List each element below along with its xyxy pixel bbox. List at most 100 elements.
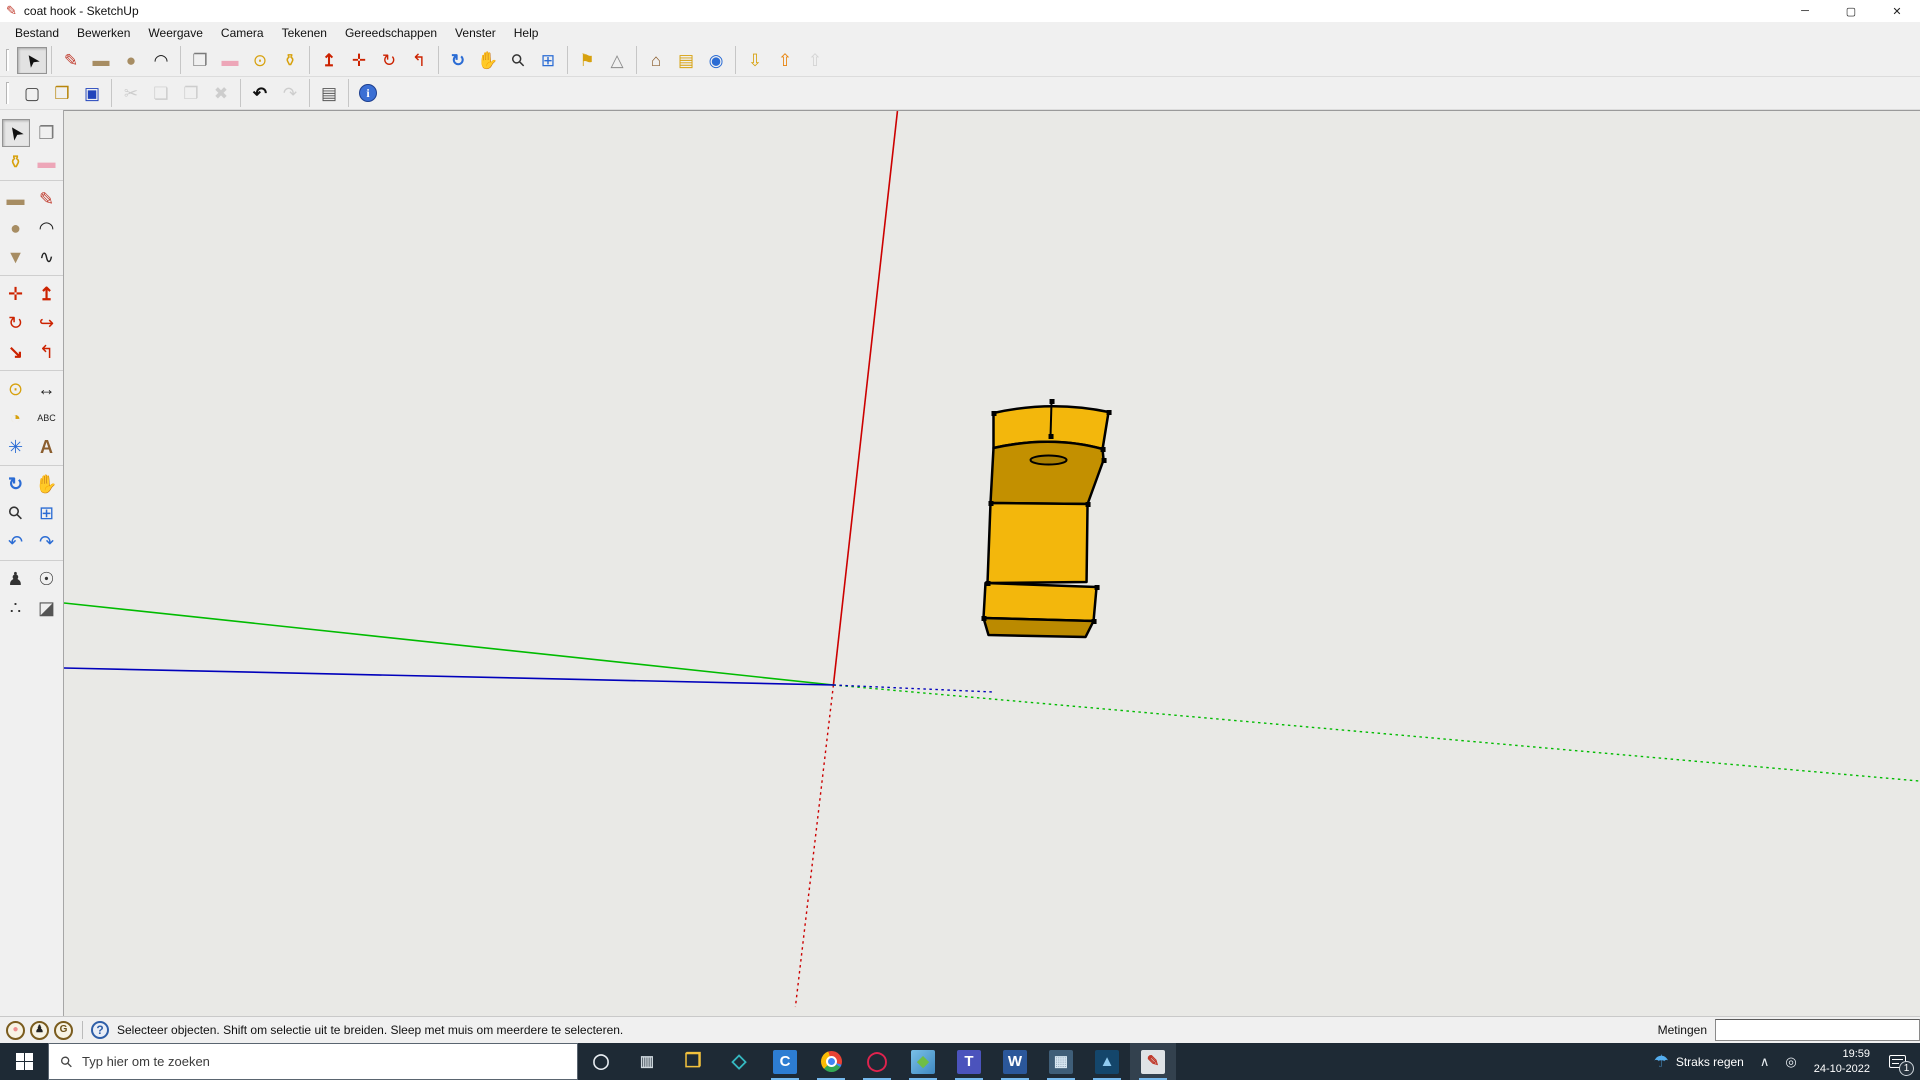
taskbar-file-explorer-button[interactable]: ❒ xyxy=(670,1043,716,1080)
select-button[interactable]: ➤ xyxy=(17,47,47,74)
taskbar-teams-button[interactable]: T xyxy=(946,1043,992,1080)
look-around-button[interactable]: ☉ xyxy=(33,565,61,593)
push-pull-button[interactable]: ↥ xyxy=(314,47,344,74)
3d-text-button[interactable]: A xyxy=(33,433,61,461)
taskbar-opera-gx-button[interactable]: ◯ xyxy=(854,1043,900,1080)
measurements-input[interactable] xyxy=(1715,1019,1920,1041)
rectangle-button[interactable]: ▬ xyxy=(86,47,116,74)
scale-button[interactable]: ↘ xyxy=(2,338,30,366)
line-button[interactable]: ✎ xyxy=(33,185,61,213)
action-center-button[interactable]: 1 xyxy=(1879,1043,1920,1080)
photo-textures-button[interactable]: ⌂ xyxy=(641,47,671,74)
zoom-extents-button[interactable]: ⊞ xyxy=(533,47,563,74)
offset-button[interactable]: ↰ xyxy=(33,338,61,366)
follow-me-button[interactable]: ↪ xyxy=(33,309,61,337)
menu-item-bestand[interactable]: Bestand xyxy=(6,23,68,43)
pan-button[interactable]: ✋ xyxy=(473,47,503,74)
toolbar-grip[interactable] xyxy=(6,82,9,104)
taskbar-cortana-button[interactable]: ◯ xyxy=(578,1043,624,1080)
zoom-previous-button[interactable]: ↶ xyxy=(2,528,30,556)
share-model-button[interactable]: ⇧ xyxy=(770,47,800,74)
taskbar-the-sims-4-button[interactable]: ◆ xyxy=(900,1043,946,1080)
save-button[interactable]: ▣ xyxy=(77,80,107,107)
zoom-button[interactable]: ⚲ xyxy=(2,499,30,527)
select-button[interactable]: ➤ xyxy=(2,119,30,147)
paste-button[interactable]: ❐ xyxy=(176,80,206,107)
rotate-button[interactable]: ↻ xyxy=(374,47,404,74)
paint-bucket-button[interactable]: ⚱ xyxy=(2,148,30,176)
taskbar-task-view-button[interactable]: ▥ xyxy=(624,1043,670,1080)
signin-status-button[interactable]: G xyxy=(54,1021,73,1040)
drawing-canvas[interactable] xyxy=(64,110,1920,1016)
menu-item-help[interactable]: Help xyxy=(505,23,548,43)
make-component-button[interactable]: ❐ xyxy=(185,47,215,74)
preview-in-google-earth-button[interactable]: ◉ xyxy=(701,47,731,74)
eraser-button[interactable]: ▬ xyxy=(215,47,245,74)
toggle-terrain-button[interactable]: △ xyxy=(602,47,632,74)
orbit-button[interactable]: ↻ xyxy=(443,47,473,74)
move-button[interactable]: ✛ xyxy=(344,47,374,74)
protractor-button[interactable]: ◔ xyxy=(2,404,30,432)
copy-button[interactable]: ❏ xyxy=(146,80,176,107)
menu-item-weergave[interactable]: Weergave xyxy=(139,23,211,43)
section-plane-button[interactable]: ◪ xyxy=(33,594,61,622)
search-input[interactable] xyxy=(82,1054,565,1069)
get-models-button[interactable]: ⇩ xyxy=(740,47,770,74)
model-info-button[interactable]: i xyxy=(353,80,383,107)
menu-item-venster[interactable]: Venster xyxy=(446,23,505,43)
credit-status-button[interactable]: ♟ xyxy=(30,1021,49,1040)
text-button[interactable]: ABC xyxy=(33,404,61,432)
share-component-button[interactable]: ⇧ xyxy=(800,47,830,74)
new-button[interactable]: ▢ xyxy=(17,80,47,107)
circle-button[interactable]: ● xyxy=(2,214,30,242)
menu-item-bewerken[interactable]: Bewerken xyxy=(68,23,139,43)
cut-button[interactable]: ✂ xyxy=(116,80,146,107)
push-pull-button[interactable]: ↥ xyxy=(33,280,61,308)
coat-hook-model[interactable] xyxy=(981,399,1111,637)
help-icon[interactable]: ? xyxy=(91,1021,109,1039)
taskbar-calculator-button[interactable]: ▦ xyxy=(1038,1043,1084,1080)
start-button[interactable] xyxy=(0,1043,48,1080)
add-building-button[interactable]: ▤ xyxy=(671,47,701,74)
tray-overflow-button[interactable]: ∧ xyxy=(1752,1043,1778,1080)
taskbar-clock[interactable]: 19:59 24-10-2022 xyxy=(1805,1047,1879,1077)
close-button[interactable]: ✕ xyxy=(1874,0,1920,22)
model-viewport[interactable] xyxy=(64,111,1920,1016)
taskbar-3d-viewer-button[interactable]: ◇ xyxy=(716,1043,762,1080)
freehand-button[interactable]: ∿ xyxy=(33,243,61,271)
tape-measure-button[interactable]: ⊙ xyxy=(245,47,275,74)
zoom-button[interactable]: ⚲ xyxy=(503,47,533,74)
taskbar-sketchup-button[interactable]: ✎ xyxy=(1130,1043,1176,1080)
add-location-button[interactable]: ⚑ xyxy=(572,47,602,74)
make-component-button[interactable]: ❐ xyxy=(33,119,61,147)
toolbar-grip[interactable] xyxy=(6,49,9,71)
taskbar-company-portal-button[interactable]: C xyxy=(762,1043,808,1080)
geolocation-status-button[interactable]: ● xyxy=(6,1021,25,1040)
circle-button[interactable]: ● xyxy=(116,47,146,74)
position-camera-button[interactable]: ♟ xyxy=(2,565,30,593)
move-button[interactable]: ✛ xyxy=(2,280,30,308)
line-button[interactable]: ✎ xyxy=(56,47,86,74)
arc-button[interactable]: ◠ xyxy=(33,214,61,242)
pan-button[interactable]: ✋ xyxy=(33,470,61,498)
meet-now-button[interactable]: ◎ xyxy=(1777,1043,1804,1080)
dimension-button[interactable]: ↔ xyxy=(33,375,61,403)
menu-item-gereedschappen[interactable]: Gereedschappen xyxy=(336,23,446,43)
menu-item-camera[interactable]: Camera xyxy=(212,23,273,43)
redo-button[interactable]: ↷ xyxy=(275,80,305,107)
paint-bucket-button[interactable]: ⚱ xyxy=(275,47,305,74)
open-button[interactable]: ❒ xyxy=(47,80,77,107)
offset-button[interactable]: ↰ xyxy=(404,47,434,74)
taskbar-search[interactable]: ⚲ xyxy=(48,1043,578,1080)
rotate-button[interactable]: ↻ xyxy=(2,309,30,337)
erase-button[interactable]: ✖ xyxy=(206,80,236,107)
menu-item-tekenen[interactable]: Tekenen xyxy=(273,23,336,43)
polygon-button[interactable]: ▼ xyxy=(2,243,30,271)
undo-button[interactable]: ↶ xyxy=(245,80,275,107)
taskbar-photos-button[interactable]: ▲ xyxy=(1084,1043,1130,1080)
taskbar-word-button[interactable]: W xyxy=(992,1043,1038,1080)
zoom-extents-button[interactable]: ⊞ xyxy=(33,499,61,527)
rectangle-button[interactable]: ▬ xyxy=(2,185,30,213)
taskbar-chrome-button[interactable] xyxy=(808,1043,854,1080)
minimize-button[interactable]: ─ xyxy=(1782,0,1828,22)
